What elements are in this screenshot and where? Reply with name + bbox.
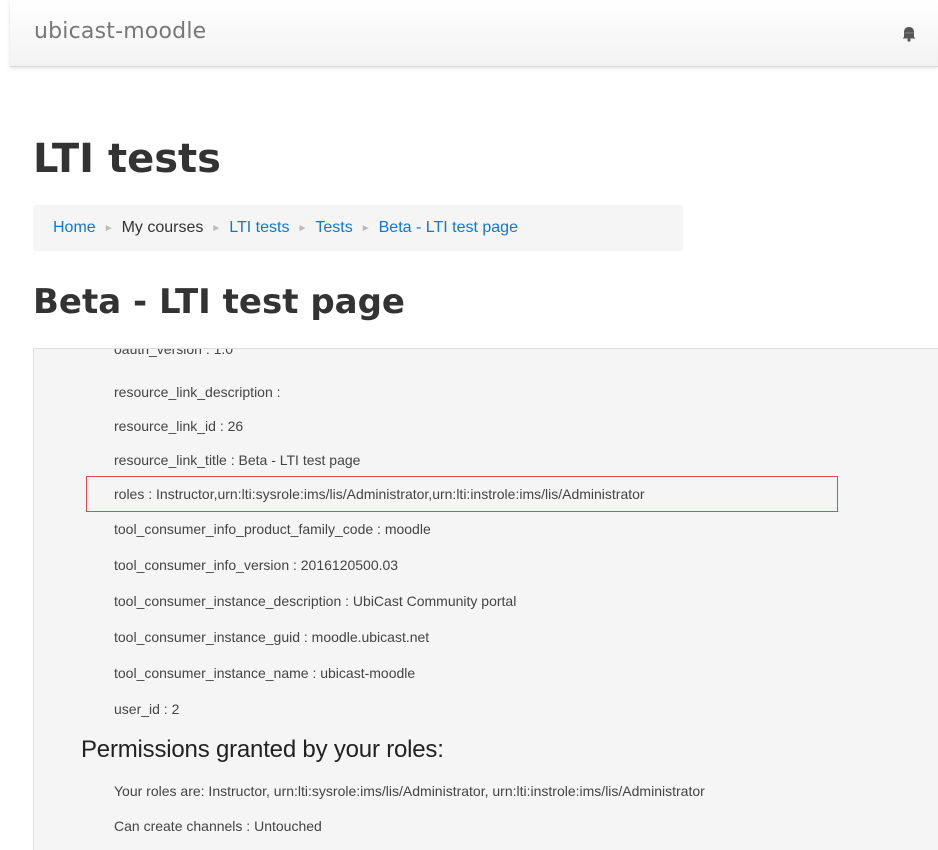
breadcrumb-my-courses: My courses [121,219,204,236]
param-info-version: tool_consumer_info_version : 2016120500.… [114,557,399,573]
breadcrumb-beta-lti-test-page[interactable]: Beta - LTI test page [379,219,518,237]
param-instance-guid: tool_consumer_instance_guid : moodle.ubi… [114,629,430,645]
breadcrumb-separator-icon: ► [360,222,371,234]
top-navbar: ubicast-moodle [10,0,938,67]
site-brand-link[interactable]: ubicast-moodle [34,19,206,44]
param-instance-name: tool_consumer_instance_name : ubicast-mo… [114,665,416,681]
param-resource-link-title: resource_link_title : Beta - LTI test pa… [114,452,361,468]
breadcrumb-separator-icon: ► [103,222,114,234]
param-oauth-version: oauth_version : 1.0 [114,348,234,357]
page-title: Beta - LTI test page [33,282,405,322]
param-roles: roles : Instructor,urn:lti:sysrole:ims/l… [114,486,645,502]
bell-icon[interactable] [900,24,918,42]
course-title: LTI tests [33,136,221,182]
lti-launch-frame[interactable]: oauth_version : 1.0 resource_link_descri… [33,348,938,850]
permissions-heading: Permissions granted by your roles: [81,736,444,763]
param-product-family-code: tool_consumer_info_product_family_code :… [114,521,431,537]
breadcrumb-tests[interactable]: Tests [315,219,352,237]
param-resource-link-id: resource_link_id : 26 [114,418,244,434]
param-resource-link-description: resource_link_description : [114,384,281,400]
param-user-id: user_id : 2 [114,701,180,717]
param-instance-description: tool_consumer_instance_description : Ubi… [114,593,517,609]
permissions-roles-line: Your roles are: Instructor, urn:lti:sysr… [114,783,705,799]
breadcrumb: Home ► My courses ► LTI tests ► Tests ► … [33,205,683,251]
breadcrumb-separator-icon: ► [297,222,308,234]
breadcrumb-separator-icon: ► [211,222,222,234]
permissions-can-create-channels: Can create channels : Untouched [114,818,322,834]
breadcrumb-lti-tests[interactable]: LTI tests [229,219,289,237]
breadcrumb-home[interactable]: Home [53,219,96,237]
